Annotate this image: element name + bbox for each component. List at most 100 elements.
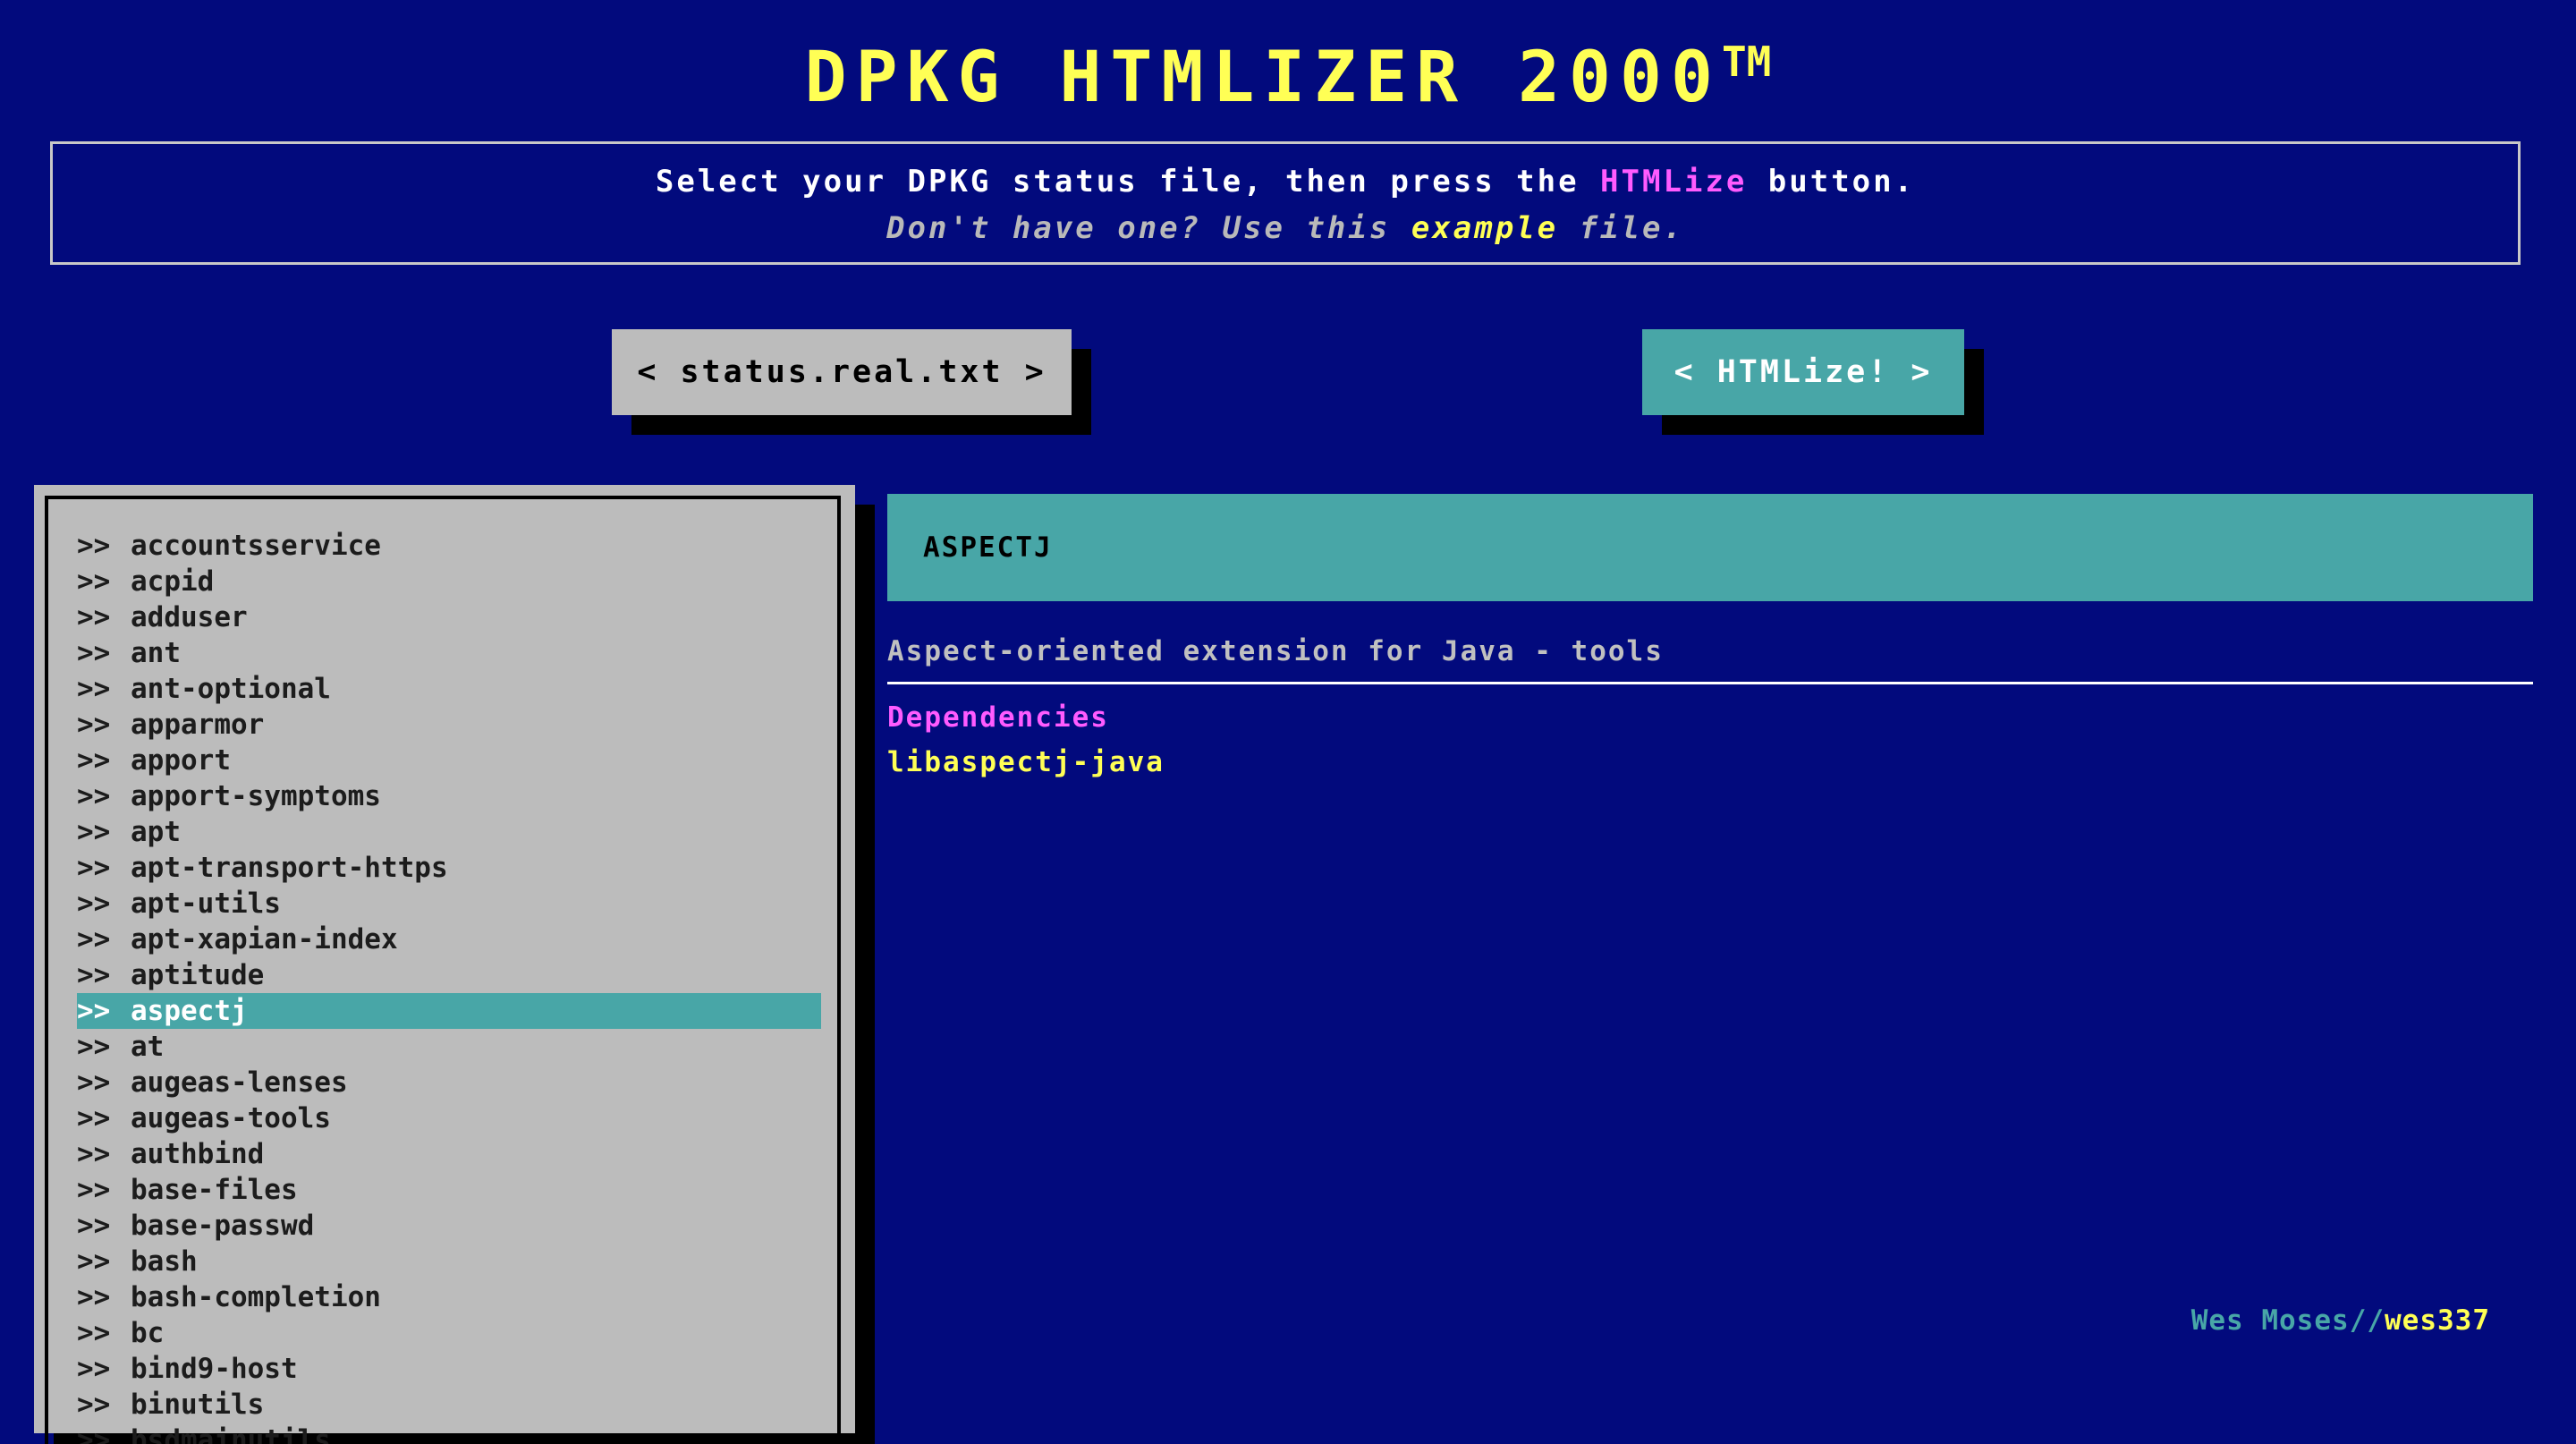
- credit: Wes Moses//wes337: [2191, 1304, 2490, 1337]
- list-arrow-icon: >>: [77, 744, 111, 777]
- list-arrow-icon: >>: [77, 709, 111, 741]
- hint-text-before: Don't have one? Use this: [886, 210, 1411, 246]
- package-list-item[interactable]: >> adduser: [77, 599, 821, 635]
- package-description: Aspect-oriented extension for Java - too…: [887, 635, 2533, 684]
- package-list-item[interactable]: >> apparmor: [77, 707, 821, 743]
- package-list-item[interactable]: >> aptitude: [77, 957, 821, 993]
- package-list-item[interactable]: >> bc: [77, 1315, 821, 1351]
- intro-htmlize-highlight: HTMLize: [1600, 164, 1748, 200]
- list-arrow-icon: >>: [77, 1138, 111, 1170]
- package-list-panel: >> accountsservice >> acpid >> adduser >> ant >>…: [34, 485, 855, 1444]
- package-list-item-label: bsdmainutils: [131, 1424, 331, 1444]
- package-list: >> accountsservice >> acpid >> adduser >> ant >>…: [77, 528, 821, 1444]
- package-list-item-label: aspectj: [131, 995, 248, 1027]
- package-list-item-label: apport: [131, 744, 231, 777]
- list-arrow-icon: >>: [77, 959, 111, 991]
- list-arrow-icon: >>: [77, 1389, 111, 1421]
- package-list-item[interactable]: >> apport-symptoms: [77, 778, 821, 814]
- package-list-item-label: bash: [131, 1245, 198, 1278]
- list-arrow-icon: >>: [77, 1031, 111, 1063]
- package-list-item-label: accountsservice: [131, 530, 381, 562]
- package-list-item[interactable]: >> aspectj: [77, 993, 821, 1029]
- package-list-item-label: apparmor: [131, 709, 265, 741]
- package-list-item-label: bash-completion: [131, 1281, 381, 1313]
- htmlize-button[interactable]: < HTMLize! >: [1642, 329, 1964, 415]
- list-arrow-icon: >>: [77, 1210, 111, 1242]
- list-arrow-icon: >>: [77, 816, 111, 848]
- list-arrow-icon: >>: [77, 1424, 111, 1444]
- list-arrow-icon: >>: [77, 995, 111, 1027]
- package-list-item[interactable]: >> apt-utils: [77, 886, 821, 922]
- list-arrow-icon: >>: [77, 923, 111, 956]
- list-arrow-icon: >>: [77, 530, 111, 562]
- package-list-item-label: base-files: [131, 1174, 298, 1206]
- package-list-item[interactable]: >> bind9-host: [77, 1351, 821, 1387]
- example-file-link[interactable]: example: [1411, 210, 1558, 246]
- package-list-item[interactable]: >> binutils: [77, 1387, 821, 1423]
- list-arrow-icon: >>: [77, 888, 111, 920]
- app-title-text: DPKG HTMLIZER 2000: [804, 38, 1722, 118]
- package-list-item-label: ant: [131, 637, 181, 669]
- list-arrow-icon: >>: [77, 1174, 111, 1206]
- package-list-item-label: authbind: [131, 1138, 265, 1170]
- list-arrow-icon: >>: [77, 565, 111, 598]
- package-list-item-label: ant-optional: [131, 673, 331, 705]
- package-list-item[interactable]: >> acpid: [77, 564, 821, 599]
- file-select-button[interactable]: < status.real.txt >: [612, 329, 1072, 415]
- package-list-item[interactable]: >> apport: [77, 743, 821, 778]
- package-list-item[interactable]: >> base-passwd: [77, 1208, 821, 1244]
- dependency-link[interactable]: libaspectj-java: [887, 744, 1165, 780]
- package-list-item[interactable]: >> augeas-tools: [77, 1100, 821, 1136]
- package-list-item[interactable]: >> bash-completion: [77, 1279, 821, 1315]
- package-list-item-label: bc: [131, 1317, 165, 1349]
- credit-handle-link[interactable]: wes337: [2385, 1304, 2490, 1337]
- package-list-item-label: at: [131, 1031, 165, 1063]
- list-arrow-icon: >>: [77, 1245, 111, 1278]
- intro-instruction: Select your DPKG status file, then press…: [53, 164, 2518, 200]
- package-list-item[interactable]: >> ant-optional: [77, 671, 821, 707]
- package-list-item-label: base-passwd: [131, 1210, 315, 1242]
- list-arrow-icon: >>: [77, 673, 111, 705]
- intro-example-hint: Don't have one? Use this example file.: [53, 210, 2518, 246]
- package-list-item[interactable]: >> accountsservice: [77, 528, 821, 564]
- list-arrow-icon: >>: [77, 1317, 111, 1349]
- package-name-header: ASPECTJ: [887, 494, 2533, 601]
- trademark-mark: TM: [1721, 38, 1772, 86]
- package-list-item[interactable]: >> augeas-lenses: [77, 1065, 821, 1100]
- package-list-item-label: bind9-host: [131, 1353, 298, 1385]
- package-list-item[interactable]: >> apt: [77, 814, 821, 850]
- package-list-item-label: acpid: [131, 565, 215, 598]
- credit-separator: //: [2349, 1304, 2385, 1337]
- package-list-item[interactable]: >> apt-xapian-index: [77, 922, 821, 957]
- package-list-item-label: apt-xapian-index: [131, 923, 398, 956]
- package-list-item[interactable]: >> bsdmainutils: [77, 1423, 821, 1444]
- credit-author: Wes Moses: [2190, 1304, 2350, 1337]
- list-arrow-icon: >>: [77, 780, 111, 812]
- package-list-item-label: apport-symptoms: [131, 780, 381, 812]
- package-list-item-label: augeas-lenses: [131, 1066, 348, 1099]
- list-arrow-icon: >>: [77, 1102, 111, 1134]
- intro-text-before: Select your DPKG status file, then press…: [655, 164, 1601, 200]
- package-list-item-label: apt-transport-https: [131, 852, 448, 884]
- list-arrow-icon: >>: [77, 852, 111, 884]
- dependencies-list: libaspectj-java: [887, 744, 1165, 780]
- hint-text-after: file.: [1558, 210, 1684, 246]
- intro-text-after: button.: [1747, 164, 1916, 200]
- package-list-item-label: adduser: [131, 601, 248, 633]
- package-list-item-label: apt: [131, 816, 181, 848]
- package-list-item[interactable]: >> at: [77, 1029, 821, 1065]
- list-arrow-icon: >>: [77, 1066, 111, 1099]
- package-list-frame[interactable]: >> accountsservice >> acpid >> adduser >> ant >>…: [45, 496, 841, 1444]
- package-list-item-label: apt-utils: [131, 888, 281, 920]
- list-arrow-icon: >>: [77, 1281, 111, 1313]
- package-list-item[interactable]: >> authbind: [77, 1136, 821, 1172]
- list-arrow-icon: >>: [77, 601, 111, 633]
- dependencies-heading: Dependencies: [887, 701, 1109, 734]
- package-list-item[interactable]: >> apt-transport-https: [77, 850, 821, 886]
- package-list-item[interactable]: >> base-files: [77, 1172, 821, 1208]
- package-list-item[interactable]: >> ant: [77, 635, 821, 671]
- list-arrow-icon: >>: [77, 637, 111, 669]
- app-title: DPKG HTMLIZER 2000TM: [0, 38, 2576, 118]
- package-list-item-label: aptitude: [131, 959, 265, 991]
- package-list-item[interactable]: >> bash: [77, 1244, 821, 1279]
